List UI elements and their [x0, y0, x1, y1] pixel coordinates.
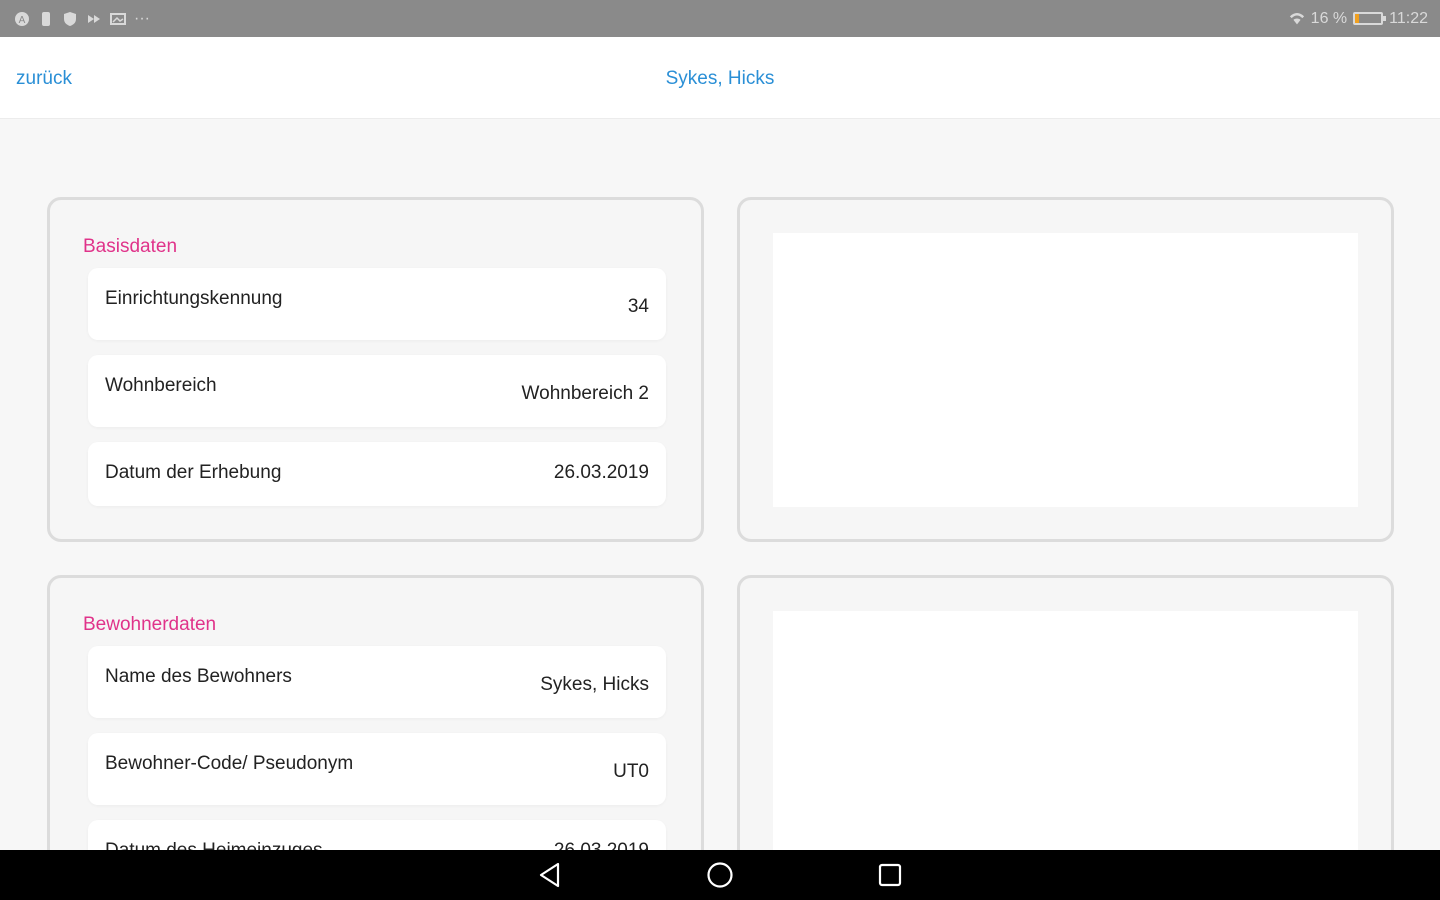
field-value: 34 — [627, 296, 649, 317]
field-row-bewohner-code[interactable]: Bewohner-Code/ Pseudonym UT0 — [88, 733, 666, 805]
field-row-datum-der-erhebung[interactable]: Datum der Erhebung 26.03.2019 — [88, 442, 666, 506]
wifi-icon — [1289, 11, 1305, 27]
field-value: 26.03.2019 — [553, 462, 649, 483]
side-panel-bottom — [737, 575, 1394, 850]
app-header: zurück Sykes, Hicks — [0, 37, 1440, 119]
section-title-basisdaten: Basisdaten — [83, 236, 178, 257]
sim-icon — [38, 11, 54, 27]
a-icon: A — [14, 11, 30, 27]
clock: 11:22 — [1389, 9, 1428, 27]
main-content[interactable]: Basisdaten Einrichtungskennung 34 Wohnbe… — [0, 119, 1440, 850]
home-icon[interactable] — [705, 860, 735, 890]
battery-icon — [1353, 12, 1387, 25]
section-title-bewohnerdaten: Bewohnerdaten — [83, 614, 217, 635]
field-value: UT0 — [613, 761, 649, 782]
cast-icon — [86, 11, 102, 27]
gallery-icon — [110, 11, 126, 27]
field-label: Datum des Heimeinzuges — [105, 840, 323, 850]
side-panel-top — [737, 197, 1394, 542]
svg-text:A: A — [19, 15, 26, 26]
status-bar-left: A ··· — [14, 10, 150, 28]
recents-icon[interactable] — [875, 860, 905, 890]
shield-icon — [62, 11, 78, 27]
field-row-name-des-bewohners[interactable]: Name des Bewohners Sykes, Hicks — [88, 646, 666, 718]
field-row-einrichtungskennung[interactable]: Einrichtungskennung 34 — [88, 268, 666, 340]
blank-panel — [773, 611, 1358, 850]
field-value: Wohnbereich 2 — [521, 383, 649, 404]
field-label: Datum der Erhebung — [105, 462, 282, 483]
basisdaten-card: Basisdaten Einrichtungskennung 34 Wohnbe… — [47, 197, 704, 542]
field-label: Bewohner-Code/ Pseudonym — [105, 753, 354, 774]
battery-level-fill — [1355, 14, 1360, 23]
battery-percent: 16 % — [1310, 9, 1348, 27]
blank-panel — [773, 233, 1358, 507]
field-label: Name des Bewohners — [105, 666, 292, 687]
field-value: Sykes, Hicks — [540, 674, 649, 695]
page-title: Sykes, Hicks — [665, 68, 775, 89]
system-nav-bar — [0, 850, 1440, 900]
field-row-wohnbereich[interactable]: Wohnbereich Wohnbereich 2 — [88, 355, 666, 427]
back-icon[interactable] — [535, 860, 565, 890]
more-icon: ··· — [134, 9, 150, 27]
field-row-datum-des-heimeinzuges[interactable]: Datum des Heimeinzuges 26.03.2019 — [88, 820, 666, 850]
bewohnerdaten-card: Bewohnerdaten Name des Bewohners Sykes, … — [47, 575, 704, 850]
field-label: Einrichtungskennung — [105, 288, 283, 309]
field-label: Wohnbereich — [105, 375, 217, 396]
field-value: 26.03.2019 — [554, 840, 649, 850]
status-bar: A ··· 16 % 11:22 — [0, 0, 1440, 37]
status-bar-right: 16 % 11:22 — [1289, 10, 1428, 28]
